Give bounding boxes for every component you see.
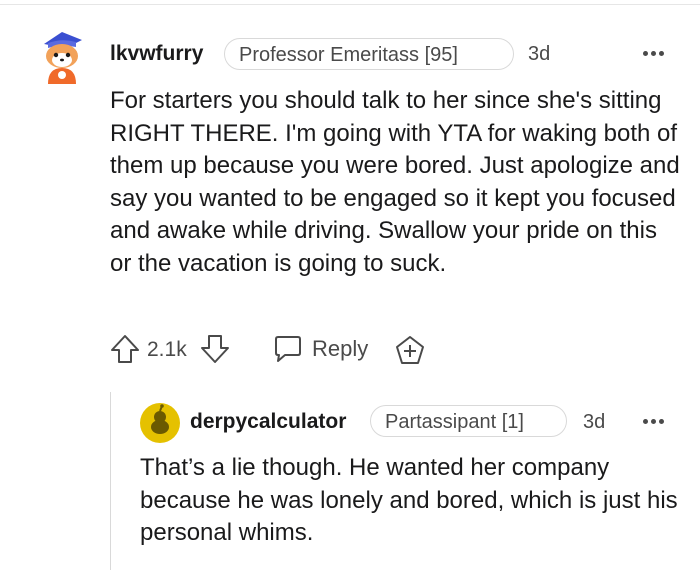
more-icon[interactable] [638, 409, 668, 433]
thread-line[interactable] [110, 392, 111, 570]
timestamp[interactable]: 3d [583, 411, 605, 434]
comment-body: That’s a lie though. He wanted her compa… [140, 454, 678, 546]
user-flair: Professor Emeritass [95] [224, 38, 514, 70]
username[interactable]: lkvwfurry [110, 42, 203, 66]
downvote-icon [201, 335, 229, 363]
top-divider [0, 4, 700, 5]
reply-icon [275, 336, 301, 362]
reply-label: Reply [312, 336, 369, 361]
vote-count: 2.1k [147, 338, 187, 361]
username[interactable]: derpycalculator [190, 410, 346, 434]
comment-body: For starters you should talk to her sinc… [110, 87, 680, 277]
reply-button[interactable]: Reply [272, 333, 368, 365]
avatar[interactable] [140, 403, 180, 443]
downvote-button[interactable] [200, 333, 230, 365]
upvote-icon [111, 335, 139, 363]
timestamp[interactable]: 3d [528, 43, 550, 66]
upvote-button[interactable] [110, 333, 140, 365]
user-flair: Partassipant [1] [370, 405, 567, 437]
award-icon [396, 336, 424, 364]
more-icon[interactable] [638, 41, 668, 65]
award-button[interactable] [393, 333, 427, 367]
avatar[interactable] [36, 28, 86, 84]
